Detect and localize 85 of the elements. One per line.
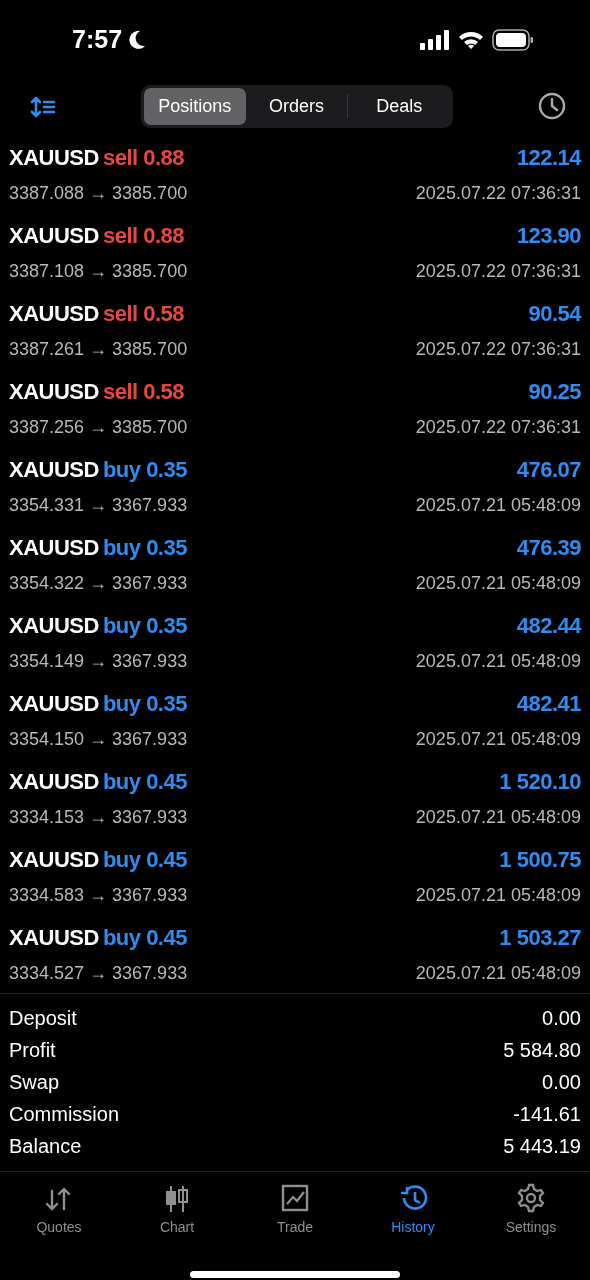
symbol-text: XAUUSD	[9, 222, 99, 250]
timestamp: 2025.07.21 05:48:09	[415, 884, 581, 907]
tab-bar-item[interactable]: Trade	[236, 1182, 354, 1250]
profit-value: 123.90	[516, 222, 581, 250]
segment-tab[interactable]: Positions	[144, 87, 246, 125]
trade-side-text: buy 0.35	[102, 690, 187, 718]
profit-value: 482.44	[516, 612, 581, 640]
line-chart-icon	[280, 1183, 310, 1213]
summary-label: Deposit	[9, 1006, 77, 1031]
timestamp: 2025.07.21 05:48:09	[415, 650, 581, 673]
trade-side-text: buy 0.35	[102, 456, 187, 484]
trade-side-text: buy 0.45	[102, 768, 187, 796]
summary-value: 5 443.19	[503, 1134, 581, 1159]
timestamp: 2025.07.22 07:36:31	[415, 260, 581, 283]
trade-side-text: sell 0.88	[102, 222, 185, 250]
profit-value: 122.14	[516, 144, 581, 172]
price-text: 3387.256 → 3385.700	[9, 416, 188, 439]
trade-side-text: buy 0.35	[102, 534, 187, 562]
timestamp: 2025.07.21 05:48:09	[415, 728, 581, 751]
settings-icon	[516, 1183, 546, 1213]
symbol-text: XAUUSD	[9, 456, 99, 484]
summary-value: 0.00	[542, 1006, 581, 1031]
clock-time: 7:57	[72, 24, 123, 56]
trade-side-text: buy 0.35	[102, 612, 187, 640]
symbol-text: XAUUSD	[9, 690, 99, 718]
symbol-text: XAUUSD	[9, 534, 99, 562]
symbol-text: XAUUSD	[9, 300, 99, 328]
summary-value: 5 584.80	[503, 1038, 581, 1063]
price-text: 3334.527 → 3367.933	[9, 962, 188, 985]
timestamp: 2025.07.22 07:36:31	[415, 338, 581, 361]
timestamp: 2025.07.21 05:48:09	[415, 494, 581, 517]
timestamp: 2025.07.22 07:36:31	[415, 182, 581, 205]
symbol-text: XAUUSD	[9, 846, 99, 874]
summary-label: Swap	[9, 1070, 60, 1095]
symbol-text: XAUUSD	[9, 924, 99, 952]
price-text: 3334.583 → 3367.933	[9, 884, 188, 907]
profit-value: 90.25	[528, 378, 581, 406]
segment-tab[interactable]: Deals	[348, 87, 450, 125]
trade-side-text: sell 0.88	[102, 144, 185, 172]
profit-value: 1 520.10	[499, 768, 581, 796]
price-text: 3354.331 → 3367.933	[9, 494, 188, 517]
price-text: 3387.261 → 3385.700	[9, 338, 188, 361]
price-text: 3354.322 → 3367.933	[9, 572, 188, 595]
wifi-icon	[458, 30, 484, 50]
history-icon	[398, 1183, 428, 1213]
timestamp: 2025.07.22 07:36:31	[415, 416, 581, 439]
price-text: 3387.108 → 3385.700	[9, 260, 188, 283]
profit-value: 90.54	[528, 300, 581, 328]
segment-tab[interactable]: Orders	[245, 87, 348, 125]
trade-side-text: sell 0.58	[102, 378, 185, 406]
sort-button[interactable]	[30, 94, 56, 118]
summary-label: Commission	[9, 1102, 120, 1127]
timestamp: 2025.07.21 05:48:09	[415, 962, 581, 985]
profit-value: 1 503.27	[499, 924, 581, 952]
summary-value: 0.00	[542, 1070, 581, 1095]
tab-bar-item[interactable]: Chart	[118, 1182, 236, 1250]
profit-value: 476.39	[516, 534, 581, 562]
tab-bar-item[interactable]: History	[354, 1182, 472, 1250]
battery-icon	[492, 29, 534, 51]
symbol-text: XAUUSD	[9, 378, 99, 406]
price-text: 3334.153 → 3367.933	[9, 806, 188, 829]
sort-icon	[30, 95, 56, 118]
timestamp: 2025.07.21 05:48:09	[415, 806, 581, 829]
signal-icon	[420, 30, 450, 50]
profit-value: 482.41	[516, 690, 581, 718]
price-text: 3354.149 → 3367.933	[9, 650, 188, 673]
summary-label: Balance	[9, 1134, 82, 1159]
symbol-text: XAUUSD	[9, 768, 99, 796]
history-button[interactable]	[538, 92, 566, 120]
symbol-text: XAUUSD	[9, 612, 99, 640]
summary-value: -141.61	[513, 1102, 581, 1127]
summary-label: Profit	[9, 1038, 56, 1063]
tab-bar-item[interactable]: Quotes	[0, 1182, 118, 1250]
symbol-text: XAUUSD	[9, 144, 99, 172]
timestamp: 2025.07.21 05:48:09	[415, 572, 581, 595]
clock-icon	[538, 92, 566, 120]
price-text: 3354.150 → 3367.933	[9, 728, 188, 751]
trade-side-text: buy 0.45	[102, 846, 187, 874]
moon-icon	[126, 29, 147, 51]
profit-value: 1 500.75	[499, 846, 581, 874]
trade-side-text: buy 0.45	[102, 924, 187, 952]
trade-side-text: sell 0.58	[102, 300, 185, 328]
profit-value: 476.07	[516, 456, 581, 484]
tab-bar-item[interactable]: Settings	[472, 1182, 590, 1250]
price-text: 3387.088 → 3385.700	[9, 182, 188, 205]
